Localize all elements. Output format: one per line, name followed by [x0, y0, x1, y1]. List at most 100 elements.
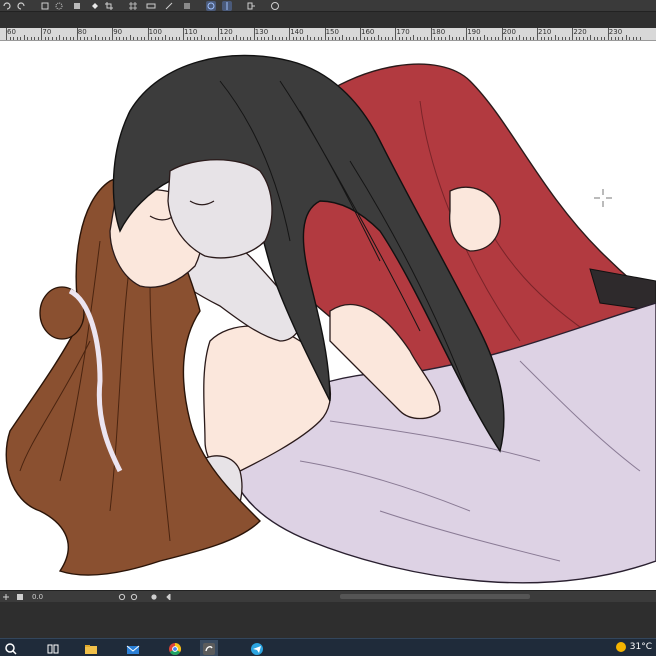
- crop-icon[interactable]: [104, 1, 114, 11]
- ruler-tick: [324, 28, 326, 40]
- tool-property-bar: [0, 0, 656, 12]
- sun-icon: [615, 642, 626, 652]
- navigator-icon[interactable]: [2, 592, 10, 601]
- ruler-tick: [328, 37, 330, 40]
- ruler-tick: [310, 37, 312, 40]
- ruler-tick: [597, 37, 599, 40]
- ruler-tick: [229, 37, 231, 40]
- grid-icon[interactable]: [128, 1, 138, 11]
- ruler-tick: [370, 37, 372, 40]
- ruler-label: 180: [431, 28, 446, 36]
- snap-icon[interactable]: [164, 1, 174, 11]
- horizontal-ruler[interactable]: 60 70 80 90 100 110 120 130 140 150 160 170 180 190 20…: [0, 28, 656, 41]
- ruler-tick: [250, 37, 252, 40]
- ruler-tick: [349, 37, 351, 40]
- export-icon[interactable]: [246, 1, 256, 11]
- mail-icon[interactable]: [124, 640, 142, 656]
- ruler-tick: [144, 37, 146, 40]
- ruler-tick: [296, 37, 298, 40]
- ruler-tick: [306, 35, 308, 40]
- ruler-tick: [356, 37, 358, 40]
- fill-icon[interactable]: [90, 1, 100, 11]
- panel-gap: [0, 602, 656, 638]
- ruler-tick: [183, 28, 184, 40]
- ruler-tick: [483, 35, 485, 40]
- undo-icon[interactable]: [2, 1, 12, 11]
- ruler-tick: [218, 28, 220, 40]
- ruler-tick: [122, 37, 124, 40]
- file-explorer-icon[interactable]: [82, 640, 100, 656]
- ruler-tick: [363, 37, 365, 40]
- clear-icon[interactable]: [40, 1, 50, 11]
- stop-icon[interactable]: [16, 592, 24, 601]
- ruler-tick: [490, 37, 492, 40]
- chrome-icon[interactable]: [166, 640, 184, 656]
- ruler-tick: [9, 37, 11, 40]
- ruler-tick: [80, 37, 82, 40]
- ruler-tick: [607, 28, 609, 40]
- task-view-icon[interactable]: [44, 640, 62, 656]
- ruler-tick: [158, 37, 160, 40]
- rotate-left-icon[interactable]: [118, 592, 126, 601]
- ruler-tick: [526, 37, 528, 40]
- ruler-tick: [533, 37, 535, 40]
- ruler-tick: [381, 37, 383, 40]
- flip-horizontal-icon[interactable]: [166, 592, 174, 601]
- rotate-right-icon[interactable]: [130, 592, 138, 601]
- ruler-tick: [476, 37, 478, 40]
- ruler-tick: [551, 37, 553, 40]
- horizontal-scrollbar[interactable]: [340, 594, 530, 599]
- ruler-tick: [604, 37, 606, 40]
- ruler-tick: [246, 37, 248, 40]
- ruler-tick: [398, 37, 400, 40]
- ruler-tick: [48, 37, 50, 40]
- ruler-tick: [575, 37, 577, 40]
- ruler-tick: [544, 37, 546, 40]
- ruler-tick: [462, 37, 464, 40]
- ruler-tick: [388, 37, 390, 40]
- clip-studio-icon[interactable]: [200, 640, 218, 656]
- ruler-tick: [41, 28, 43, 40]
- ruler-label: 70: [42, 28, 52, 36]
- ruler-tick: [211, 37, 213, 40]
- redo-icon[interactable]: [16, 1, 26, 11]
- ruler-tick: [236, 35, 238, 40]
- weather-widget[interactable]: 31°C: [615, 641, 652, 653]
- spinner-icon[interactable]: [54, 1, 64, 11]
- ruler-tick: [547, 37, 549, 40]
- ruler-label: 160: [361, 28, 375, 36]
- ruler-tick: [105, 37, 107, 40]
- ruler-tick: [20, 37, 22, 40]
- ruler-tick: [611, 37, 613, 40]
- ruler-tick: [52, 37, 54, 40]
- ruler-tick: [519, 35, 521, 40]
- ruler-tick: [278, 37, 280, 40]
- ruler-label: 110: [184, 28, 198, 36]
- transform-icon[interactable]: [72, 1, 82, 11]
- flip-icon[interactable]: [222, 1, 232, 11]
- ruler-tick: [444, 37, 446, 40]
- reference-icon[interactable]: [270, 1, 280, 11]
- ruler-tick: [395, 28, 397, 40]
- ruler-tick: [108, 37, 110, 40]
- rotate-icon[interactable]: [206, 1, 216, 11]
- reset-rotation-icon[interactable]: [150, 592, 158, 601]
- ruler-tick: [129, 35, 131, 40]
- ruler-tick: [473, 37, 475, 40]
- ruler-label: 100: [148, 28, 162, 36]
- search-icon[interactable]: [2, 640, 20, 656]
- ruler-label: 90: [113, 28, 123, 36]
- ruler-label: 170: [396, 28, 410, 36]
- mask-icon[interactable]: [182, 1, 192, 11]
- ruler-tick: [430, 28, 432, 40]
- ruler-tick: [140, 37, 142, 40]
- telegram-icon[interactable]: [248, 640, 266, 656]
- ruler-tick: [614, 37, 616, 40]
- zoom-value[interactable]: 0.0: [32, 592, 43, 601]
- ruler-tick: [377, 35, 379, 40]
- drawing-canvas[interactable]: [0, 41, 656, 590]
- ruler-tick: [282, 37, 284, 40]
- windows-taskbar: 31°C: [0, 638, 656, 656]
- ruler-tick: [204, 37, 206, 40]
- ruler-icon[interactable]: [146, 1, 156, 11]
